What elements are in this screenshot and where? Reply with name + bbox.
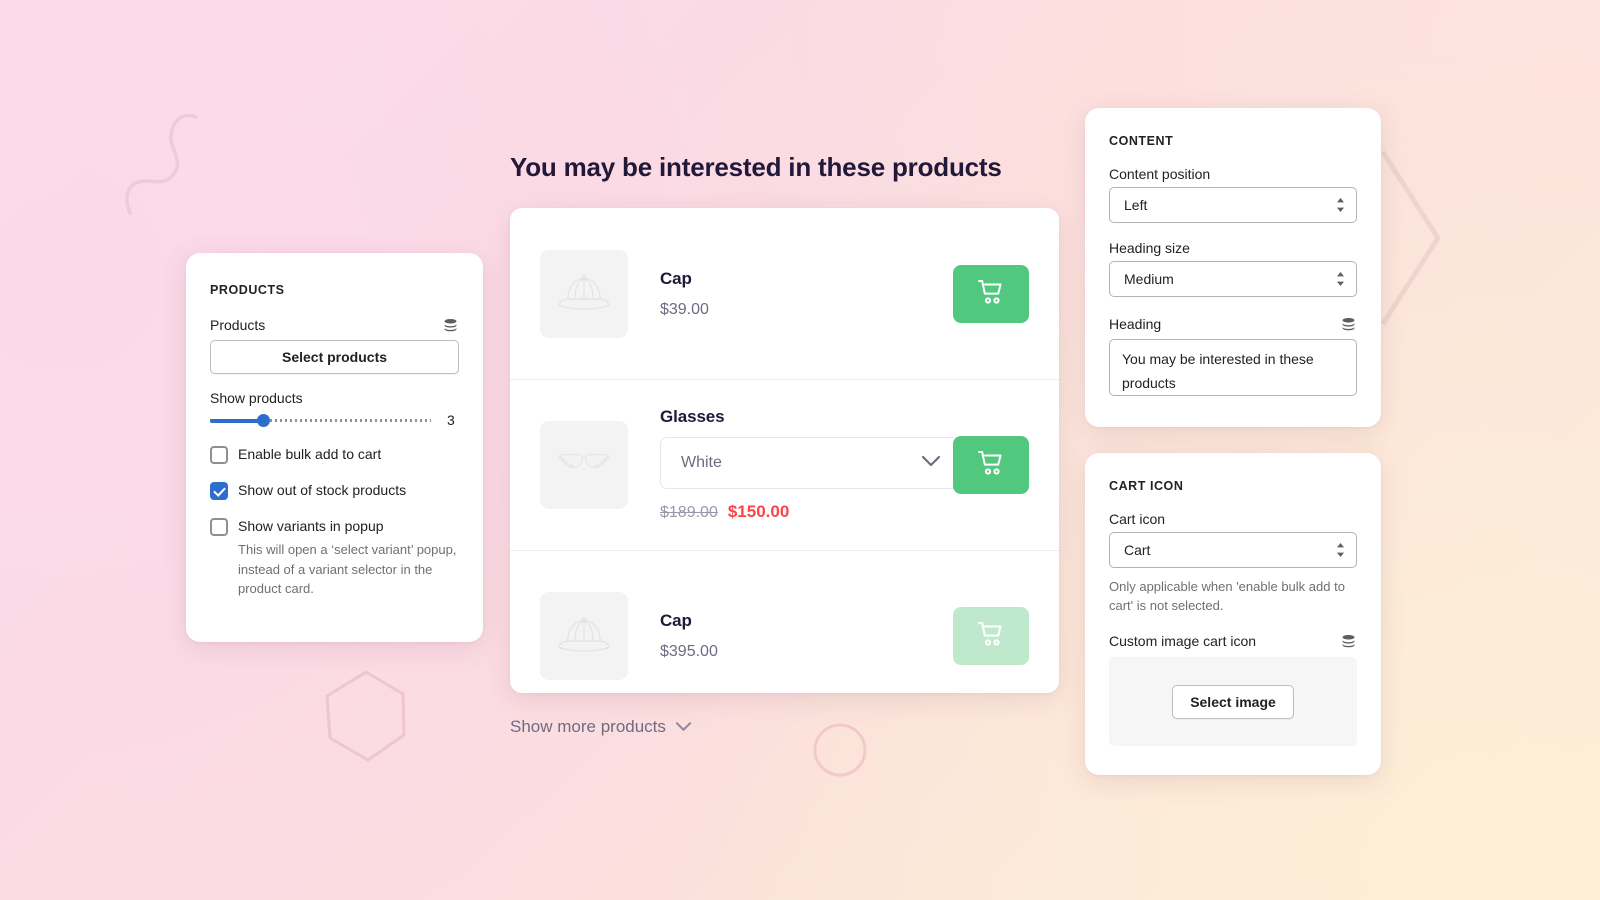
show-products-slider-row: 3 <box>210 412 459 428</box>
add-to-cart-button-disabled[interactable] <box>953 606 1029 665</box>
select-updown-icon <box>1336 272 1345 286</box>
checkbox-show-variants-in-popup[interactable] <box>210 518 228 536</box>
cart-icon-section-title: CART ICON <box>1109 479 1184 493</box>
product-thumbnail <box>540 591 628 680</box>
checkbox-label-show-out-of-stock-products: Show out of stock products <box>238 482 407 498</box>
product-thumbnail <box>540 249 628 338</box>
add-to-cart-button[interactable] <box>953 264 1029 323</box>
products-settings-panel: PRODUCTS Products Select products Show p… <box>186 253 483 642</box>
product-list-card: Cap $39.00 Glasses White $189.00 $150.00… <box>510 208 1059 693</box>
dynamic-source-icon[interactable] <box>442 317 459 334</box>
cart-icon-select[interactable]: Cart <box>1109 532 1357 568</box>
preview-heading: You may be interested in these products <box>510 152 1002 182</box>
product-thumbnail <box>540 420 628 509</box>
products-section-title: PRODUCTS <box>210 283 285 297</box>
chevron-down-icon <box>675 717 692 737</box>
select-products-button[interactable]: Select products <box>210 340 459 374</box>
custom-image-picker: Select image <box>1109 657 1357 746</box>
app-background: PRODUCTS Products Select products Show p… <box>0 0 1600 900</box>
cart-icon-settings-panel: CART ICON Cart icon Cart Only applicable… <box>1085 453 1381 775</box>
content-settings-panel: CONTENT Content position Left Heading si… <box>1085 108 1381 427</box>
show-products-label: Show products <box>210 390 303 406</box>
cart-icon <box>976 449 1006 480</box>
checkbox-label-show-variants-in-popup: Show variants in popup <box>238 518 384 534</box>
product-title: Glasses <box>660 407 725 426</box>
cart-icon-note: Only applicable when 'enable bulk add to… <box>1109 579 1345 613</box>
checkbox-enable-bulk-add-to-cart[interactable] <box>210 446 228 464</box>
product-row: Glasses White $189.00 $150.00 <box>510 379 1059 550</box>
chevron-down-icon <box>921 454 941 472</box>
select-updown-icon <box>1336 543 1345 557</box>
slider-value: 3 <box>447 412 455 428</box>
add-to-cart-button[interactable] <box>953 435 1029 494</box>
product-row: Cap $39.00 <box>510 208 1059 379</box>
heading-size-select[interactable]: Medium <box>1109 261 1357 297</box>
product-title: Cap <box>660 268 692 288</box>
glasses-icon <box>555 447 613 482</box>
heading-size-label: Heading size <box>1109 240 1190 256</box>
show-more-products-button[interactable]: Show more products <box>510 717 692 737</box>
select-image-button[interactable]: Select image <box>1172 684 1294 719</box>
checkbox-row-out-of-stock[interactable]: Show out of stock products <box>210 481 459 500</box>
content-position-select[interactable]: Left <box>1109 187 1357 223</box>
variant-selected-value: White <box>681 454 722 471</box>
price-line: $189.00 $150.00 <box>660 502 953 522</box>
custom-image-field-header: Custom image cart icon <box>1109 631 1357 651</box>
product-price-original: $189.00 <box>660 504 718 521</box>
custom-image-cart-icon-label: Custom image cart icon <box>1109 633 1257 649</box>
checkbox-row-variants-popup[interactable]: Show variants in popup <box>210 517 459 536</box>
product-price: $395.00 <box>660 642 718 660</box>
checkbox-show-out-of-stock-products[interactable] <box>210 482 228 500</box>
product-row: Cap $395.00 <box>510 550 1059 693</box>
heading-textarea[interactable]: You may be interested in these products <box>1109 339 1357 396</box>
heading-label: Heading <box>1109 316 1162 332</box>
cap-icon <box>557 611 611 660</box>
cart-icon-value: Cart <box>1124 542 1151 558</box>
cart-icon-label: Cart icon <box>1109 511 1166 527</box>
products-field-label: Products <box>210 317 266 333</box>
heading-field-header: Heading <box>1109 314 1357 334</box>
heading-size-value: Medium <box>1124 271 1174 287</box>
circle-decoration <box>812 722 868 778</box>
squiggle-decoration <box>118 105 218 220</box>
content-position-value: Left <box>1124 197 1148 213</box>
checkbox-help-show-variants-in-popup: This will open a ‘select variant’ popup,… <box>238 542 457 596</box>
checkbox-row-bulk-add[interactable]: Enable bulk add to cart <box>210 445 459 464</box>
product-title: Cap <box>660 610 692 630</box>
content-position-label: Content position <box>1109 166 1211 182</box>
product-info: Cap $39.00 <box>660 269 953 319</box>
cart-icon <box>976 278 1006 309</box>
dynamic-source-icon[interactable] <box>1340 316 1357 333</box>
product-info: Cap $395.00 <box>660 611 953 661</box>
show-more-products-label: Show more products <box>510 717 666 736</box>
product-price-sale: $150.00 <box>727 502 790 521</box>
select-updown-icon <box>1336 198 1345 212</box>
chevron-decoration <box>1378 148 1448 328</box>
show-products-slider[interactable] <box>210 412 431 428</box>
cart-icon <box>976 620 1006 651</box>
cap-icon <box>557 269 611 318</box>
slider-filled-track <box>210 418 264 423</box>
slider-thumb[interactable] <box>257 414 271 427</box>
hexagon-decoration <box>320 668 410 764</box>
variant-selector[interactable]: White <box>660 437 960 489</box>
checkbox-label-enable-bulk-add-to-cart: Enable bulk add to cart <box>238 446 382 462</box>
product-info: Glasses White $189.00 $150.00 <box>660 407 960 522</box>
content-section-title: CONTENT <box>1109 134 1174 148</box>
products-field-header: Products <box>210 315 459 335</box>
product-price: $39.00 <box>660 300 709 318</box>
dynamic-source-icon[interactable] <box>1340 633 1357 650</box>
